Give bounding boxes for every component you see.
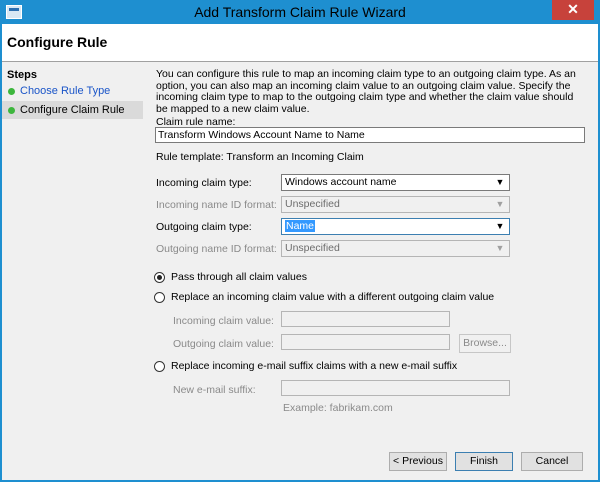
pass-through-label[interactable]: Pass through all claim values — [171, 271, 307, 283]
outgoing-claim-type-select[interactable]: Name ▼ — [281, 218, 510, 235]
browse-button[interactable]: Browse... — [459, 334, 511, 353]
new-email-suffix-label: New e-mail suffix: — [173, 384, 256, 396]
incoming-claim-type-value: Windows account name — [285, 176, 397, 188]
pass-through-radio[interactable] — [154, 272, 165, 283]
incoming-claim-type-label: Incoming claim type: — [156, 177, 252, 189]
page-header: Configure Rule — [2, 24, 598, 62]
outgoing-claim-value-label: Outgoing claim value: — [173, 338, 274, 350]
replace-suffix-label[interactable]: Replace incoming e-mail suffix claims wi… — [171, 360, 457, 372]
outgoing-claim-type-label: Outgoing claim type: — [156, 221, 252, 233]
replace-value-label[interactable]: Replace an incoming claim value with a d… — [171, 291, 494, 303]
claim-rule-name-input[interactable]: Transform Windows Account Name to Name — [155, 127, 585, 143]
replace-value-radio[interactable] — [154, 292, 165, 303]
close-button[interactable]: ✕ — [552, 0, 594, 20]
incoming-name-id-format-value: Unspecified — [285, 198, 340, 210]
cancel-button[interactable]: Cancel — [521, 452, 583, 471]
outgoing-name-id-format-value: Unspecified — [285, 242, 340, 254]
incoming-name-id-format-label: Incoming name ID format: — [156, 199, 277, 211]
step-label: Configure Claim Rule — [20, 104, 125, 116]
incoming-claim-value-label: Incoming claim value: — [173, 315, 274, 327]
wizard-window: Add Transform Claim Rule Wizard ✕ Config… — [0, 0, 600, 482]
previous-button[interactable]: < Previous — [389, 452, 447, 471]
finish-button[interactable]: Finish — [455, 452, 513, 471]
new-email-suffix-input[interactable] — [281, 380, 510, 396]
step-complete-dot-icon — [8, 107, 15, 114]
step-configure-claim-rule[interactable]: Configure Claim Rule — [2, 101, 143, 119]
window-title: Add Transform Claim Rule Wizard — [194, 4, 406, 20]
step-complete-dot-icon — [8, 88, 15, 95]
steps-panel: Steps Choose Rule Type Configure Claim R… — [2, 63, 143, 480]
configure-rule-panel: You can configure this rule to map an in… — [148, 63, 592, 480]
incoming-claim-value-input[interactable] — [281, 311, 450, 327]
wizard-client-area: Configure Rule Steps Choose Rule Type Co… — [2, 24, 598, 480]
example-text: Example: fabrikam.com — [283, 402, 393, 414]
rule-template-text: Rule template: Transform an Incoming Cla… — [156, 151, 364, 163]
page-title: Configure Rule — [7, 34, 108, 50]
chevron-down-icon: ▼ — [495, 243, 505, 253]
incoming-name-id-format-select[interactable]: Unspecified ▼ — [281, 196, 510, 213]
step-choose-rule-type[interactable]: Choose Rule Type — [2, 82, 143, 100]
steps-title: Steps — [7, 69, 37, 81]
chevron-down-icon: ▼ — [495, 221, 505, 231]
outgoing-name-id-format-label: Outgoing name ID format: — [156, 243, 277, 255]
replace-suffix-radio[interactable] — [154, 361, 165, 372]
close-icon: ✕ — [567, 1, 579, 17]
step-label: Choose Rule Type — [20, 85, 111, 97]
chevron-down-icon: ▼ — [495, 177, 505, 187]
chevron-down-icon: ▼ — [495, 199, 505, 209]
title-bar[interactable]: Add Transform Claim Rule Wizard ✕ — [0, 0, 600, 24]
outgoing-claim-type-value: Name — [285, 220, 316, 232]
rule-description: You can configure this rule to map an in… — [156, 68, 576, 115]
outgoing-claim-value-input[interactable] — [281, 334, 450, 350]
incoming-claim-type-select[interactable]: Windows account name ▼ — [281, 174, 510, 191]
outgoing-name-id-format-select[interactable]: Unspecified ▼ — [281, 240, 510, 257]
